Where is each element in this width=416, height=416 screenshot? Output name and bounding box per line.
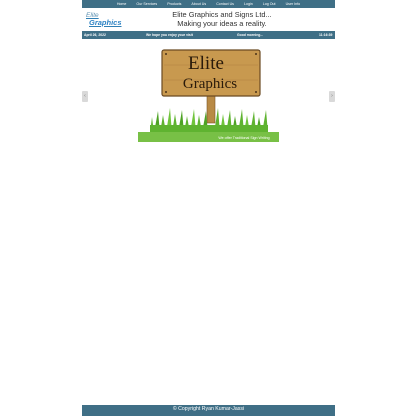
nav-contact-us[interactable]: Contact Us <box>211 0 239 8</box>
nav-home[interactable]: Home <box>112 0 132 8</box>
nav-products[interactable]: Products <box>162 0 186 8</box>
top-navigation: Home Our Services Products About Us Cont… <box>82 0 335 8</box>
slide-caption: We offer Traditional Sign Writing <box>218 136 269 140</box>
nav-about-us[interactable]: About Us <box>186 0 211 8</box>
image-slider: Elite Graphics We offer Traditional Sign… <box>82 45 335 145</box>
nav-our-services[interactable]: Our Services <box>131 0 162 8</box>
page: Home Our Services Products About Us Cont… <box>82 0 335 416</box>
sign-text-line-2: Graphics <box>183 76 237 92</box>
slider-next-button[interactable]: › <box>329 91 335 102</box>
chevron-right-icon: › <box>331 93 333 99</box>
greeting-message: Good morning... <box>237 33 264 37</box>
chevron-left-icon: ‹ <box>84 93 86 99</box>
copyright-text: © Copyright Ryan Kumar-Jassi <box>172 406 245 412</box>
info-bar: April 26, 2022 We hope you enjoy your vi… <box>82 31 335 39</box>
slide-image: Elite Graphics We offer Traditional Sign… <box>138 49 279 142</box>
company-name: Elite Graphics and Signs Ltd... <box>172 10 272 19</box>
logo-line-2: Graphics <box>89 18 122 27</box>
site-logo[interactable]: Elite Graphics <box>86 12 122 28</box>
sign-post <box>206 92 216 124</box>
welcome-message: We hope you enjoy your visit <box>146 33 193 37</box>
slider-prev-button[interactable]: ‹ <box>82 91 88 102</box>
site-footer: © Copyright Ryan Kumar-Jassi <box>82 405 335 416</box>
nav-log-out[interactable]: Log Out <box>258 0 281 8</box>
company-heading: Elite Graphics and Signs Ltd... Making y… <box>142 10 302 28</box>
current-date: April 26, 2022 <box>84 33 106 37</box>
sign-text-line-1: Elite <box>188 53 224 74</box>
current-time: 11:16:39 <box>319 33 333 37</box>
company-tagline: Making your ideas a reality. <box>177 19 267 28</box>
site-header: Elite Graphics Elite Graphics and Signs … <box>82 8 335 31</box>
nav-login[interactable]: Login <box>239 0 258 8</box>
nav-user-info[interactable]: User Info <box>281 0 306 8</box>
